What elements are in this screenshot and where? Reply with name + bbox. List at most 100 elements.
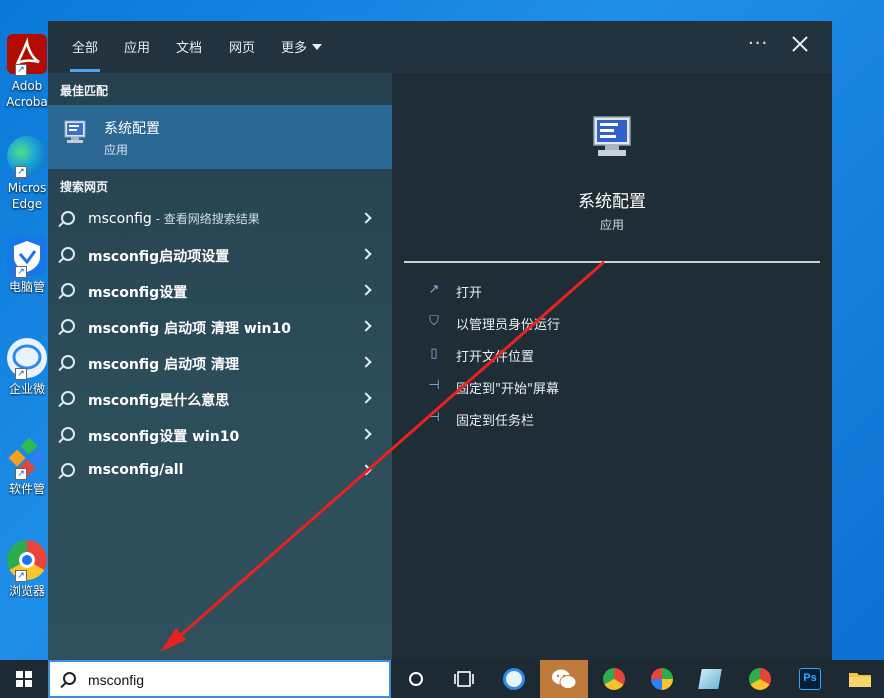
chrome-icon xyxy=(749,668,771,690)
wecom-icon xyxy=(503,668,525,690)
app-icon xyxy=(651,668,673,690)
wechat-icon xyxy=(552,669,577,689)
more-options-icon[interactable]: ··· xyxy=(748,33,768,54)
folder-icon: ▯ xyxy=(430,346,438,361)
taskbar-app-photoshop[interactable]: Ps xyxy=(786,660,834,698)
cortana-icon xyxy=(409,672,423,686)
chrome-icon xyxy=(603,668,625,690)
web-result-item[interactable]: msconfig设置 xyxy=(48,273,392,309)
desktop-icon-acrobat[interactable]: ↗ Adob Acroba xyxy=(4,34,50,110)
system-config-icon xyxy=(64,120,86,143)
desktop-icon-browser[interactable]: ↗ 浏览器 xyxy=(4,540,50,598)
desktop-icon-edge[interactable]: ↗ Micros Edge xyxy=(4,136,50,212)
chevron-down-icon xyxy=(312,44,323,50)
shield-icon: ⛉ xyxy=(429,314,439,329)
search-icon xyxy=(61,427,75,441)
tab-more[interactable]: 更多 xyxy=(281,37,323,56)
start-button[interactable] xyxy=(0,660,48,698)
search-icon xyxy=(63,672,76,685)
notes-icon xyxy=(698,669,722,689)
search-input[interactable] xyxy=(88,669,378,691)
web-result-main: msconfig xyxy=(88,211,152,227)
taskbar-app-wechat[interactable] xyxy=(540,660,588,698)
software-manager-icon: ↗ xyxy=(7,437,47,480)
web-result-main: msconfig 启动项 清理 win10 xyxy=(88,321,292,337)
web-result-main: msconfig/all xyxy=(88,462,184,478)
web-result-item[interactable]: msconfig - 查看网络搜索结果 xyxy=(48,201,392,237)
web-result-sub: - 查看网络搜索结果 xyxy=(151,212,260,226)
best-match-subtitle: 应用 xyxy=(104,143,129,157)
search-icon xyxy=(61,319,75,333)
task-view-icon xyxy=(454,671,474,687)
task-view-button[interactable] xyxy=(440,660,488,698)
acrobat-icon: ↗ xyxy=(7,34,47,76)
edge-icon: ↗ xyxy=(7,136,47,178)
web-result-item[interactable]: msconfig设置 win10 xyxy=(48,417,392,453)
desktop-icon-label: 企业微 xyxy=(8,382,45,396)
chevron-right-icon[interactable] xyxy=(360,464,372,476)
desktop-icon-software-manager[interactable]: ↗ 软件管 xyxy=(4,437,50,496)
web-result-main: msconfig设置 win10 xyxy=(88,429,240,445)
tab-all[interactable]: 全部 xyxy=(69,37,101,72)
action-label: 以管理员身份运行 xyxy=(456,318,561,333)
desktop-icon-wecom[interactable]: ↗ 企业微 xyxy=(4,338,50,396)
desktop-icon-label: 电脑管 xyxy=(8,280,45,294)
web-result-item[interactable]: msconfig/all xyxy=(48,453,392,489)
tab-docs[interactable]: 文档 xyxy=(176,37,202,56)
web-result-text: msconfig - 查看网络搜索结果 xyxy=(88,210,260,227)
chevron-right-icon[interactable] xyxy=(360,392,372,404)
tab-apps[interactable]: 应用 xyxy=(124,37,150,56)
chevron-right-icon[interactable] xyxy=(360,248,372,260)
close-icon[interactable] xyxy=(790,34,810,54)
action-label: 固定到"开始"屏幕 xyxy=(456,382,559,397)
taskbar-search-box[interactable] xyxy=(48,660,391,698)
wecom-icon: ↗ xyxy=(7,338,47,380)
preview-pane: 系统配置 应用 ↗ 打开 ⛉ 以管理员身份运行 ▯ 打开文件位置 ⊣ 固定到"开… xyxy=(404,85,820,660)
taskbar-app-chrome-2[interactable] xyxy=(736,660,784,698)
best-match-item[interactable]: 系统配置 应用 xyxy=(48,105,392,169)
web-result-text: msconfig启动项设置 xyxy=(88,246,229,266)
taskbar: Ps xyxy=(0,660,884,698)
chevron-right-icon[interactable] xyxy=(360,428,372,440)
web-result-text: msconfig是什么意思 xyxy=(88,390,229,410)
system-config-icon xyxy=(593,116,631,156)
web-result-main: msconfig设置 xyxy=(88,285,188,301)
desktop-icon-pc-manager[interactable]: ↗ 电脑管 xyxy=(4,236,50,294)
desktop-icon-label: Micros Edge xyxy=(7,181,47,211)
tab-web[interactable]: 网页 xyxy=(229,37,255,56)
taskbar-app-360[interactable] xyxy=(638,660,686,698)
preview-subtitle: 应用 xyxy=(599,218,624,232)
search-icon xyxy=(61,355,75,369)
shield-icon: ↗ xyxy=(7,236,47,278)
chrome-icon: ↗ xyxy=(7,540,47,582)
taskbar-app-explorer[interactable] xyxy=(836,660,884,698)
web-result-item[interactable]: msconfig是什么意思 xyxy=(48,381,392,417)
web-result-text: msconfig 启动项 清理 win10 xyxy=(88,318,291,338)
web-result-item[interactable]: msconfig 启动项 清理 xyxy=(48,345,392,381)
web-result-text: msconfig/all xyxy=(88,462,183,478)
chevron-right-icon[interactable] xyxy=(360,284,372,296)
web-search-heading: 搜索网页 xyxy=(60,180,109,194)
web-result-text: msconfig 启动项 清理 xyxy=(88,354,239,374)
chevron-right-icon[interactable] xyxy=(360,320,372,332)
web-result-item[interactable]: msconfig 启动项 清理 win10 xyxy=(48,309,392,345)
web-result-item[interactable]: msconfig启动项设置 xyxy=(48,237,392,273)
action-label: 打开 xyxy=(456,286,483,301)
filter-tabs: 全部 应用 文档 网页 更多 ··· xyxy=(48,21,832,73)
chevron-right-icon[interactable] xyxy=(360,212,372,224)
taskbar-app-wecom[interactable] xyxy=(490,660,538,698)
best-match-title: 系统配置 xyxy=(104,121,160,137)
web-result-main: msconfig启动项设置 xyxy=(88,249,230,265)
photoshop-icon: Ps xyxy=(799,668,821,690)
web-result-text: msconfig设置 xyxy=(88,282,187,302)
best-match-heading: 最佳匹配 xyxy=(60,84,109,98)
chevron-right-icon[interactable] xyxy=(360,356,372,368)
taskbar-app-notes[interactable] xyxy=(686,660,734,698)
cortana-button[interactable] xyxy=(392,660,440,698)
web-result-text: msconfig设置 win10 xyxy=(88,426,239,446)
desktop-icon-label: 浏览器 xyxy=(8,584,45,598)
taskbar-app-chrome[interactable] xyxy=(590,660,638,698)
preview-title: 系统配置 xyxy=(578,192,646,212)
pin-icon: ⊣ xyxy=(428,378,440,393)
windows-icon xyxy=(16,671,32,687)
